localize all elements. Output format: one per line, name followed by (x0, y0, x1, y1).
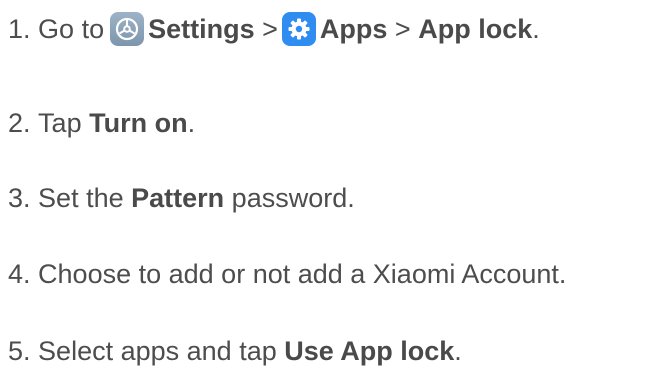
step-2: 2. Tap Turn on . (8, 106, 195, 140)
separator: > (262, 14, 278, 44)
app-lock-label: App lock (418, 14, 533, 44)
settings-label: Settings (148, 14, 255, 44)
step-text-suffix: password. (231, 183, 355, 213)
step-text: Select apps and tap (38, 336, 277, 366)
settings-icon (110, 12, 145, 46)
step-4: 4. Choose to add or not add a Xiaomi Acc… (8, 257, 566, 291)
step-number: 2. (8, 108, 31, 138)
step-1: 1. Go to Settings > Apps > App lock . (8, 12, 540, 46)
step-text: Set the (38, 183, 124, 213)
use-app-lock-label: Use App lock (284, 336, 455, 366)
step-number: 1. (8, 14, 31, 44)
step-text: Tap (38, 108, 82, 138)
step-3: 3. Set the Pattern password. (8, 181, 355, 215)
step-number: 5. (8, 336, 31, 366)
separator: > (394, 14, 411, 44)
step-end: . (454, 336, 462, 366)
turn-on-label: Turn on (89, 108, 188, 138)
pattern-label: Pattern (131, 183, 225, 213)
apps-label: Apps (319, 14, 388, 44)
apps-gear-icon (281, 12, 316, 46)
step-text: Go to (38, 14, 105, 44)
step-number: 4. (8, 259, 31, 289)
step-number: 3. (8, 183, 31, 213)
step-end: . (187, 108, 196, 138)
step-text: Choose to add or not add a Xiaomi Accoun… (38, 259, 567, 289)
step-5: 5. Select apps and tap Use App lock . (8, 334, 462, 368)
step-end: . (532, 14, 540, 44)
